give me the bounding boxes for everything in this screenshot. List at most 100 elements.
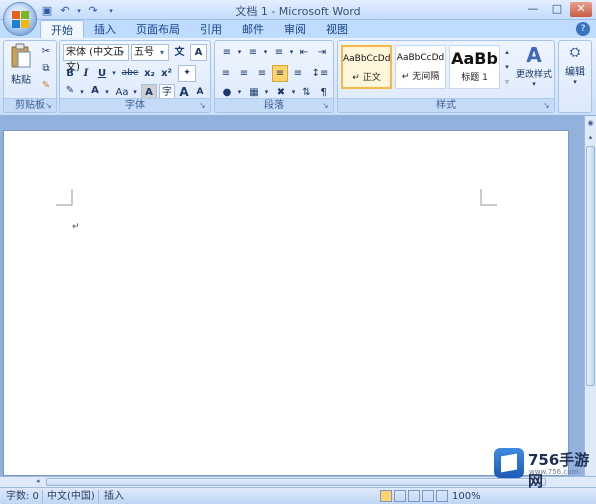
- underline-dropdown-icon[interactable]: ▾: [110, 65, 118, 82]
- align-right-button[interactable]: ≡: [254, 65, 270, 82]
- close-icon[interactable]: ✕: [570, 2, 592, 17]
- ruler-toggle-icon[interactable]: ◉: [585, 118, 596, 129]
- tab-mailings[interactable]: 邮件: [232, 20, 274, 39]
- gallery-more-icon[interactable]: ▿: [502, 75, 512, 89]
- paste-button[interactable]: 粘贴: [7, 43, 35, 91]
- language-indicator[interactable]: 中文(中国): [47, 490, 95, 503]
- font-group: 宋体 (中文正文) ▾ 五号 ▾ 文 A B I U ▾ abe x₂ x² ✦…: [59, 40, 211, 113]
- paragraph-mark: ↵: [72, 222, 80, 232]
- minimize-icon[interactable]: —: [522, 2, 544, 17]
- strikethrough-button[interactable]: abe: [120, 65, 140, 82]
- font-group-label: 字体: [60, 98, 210, 112]
- status-bar: 字数: 0 中文(中国) 插入 100%: [0, 487, 596, 504]
- print-layout-icon[interactable]: [380, 490, 392, 502]
- title-bar: ▣ ↶ ▾ ↷ ▾ 文档 1 - Microsoft Word — □ ✕: [0, 0, 596, 20]
- multilevel-list-button[interactable]: ≡: [270, 44, 288, 61]
- zoom-level[interactable]: 100%: [452, 490, 481, 503]
- increase-indent-button[interactable]: ⇥: [314, 44, 330, 61]
- chevron-up-icon[interactable]: ▴: [502, 45, 512, 59]
- format-painter-icon[interactable]: ✎: [38, 77, 54, 94]
- tab-review[interactable]: 审阅: [274, 20, 316, 39]
- view-buttons: [380, 490, 448, 502]
- chevron-down-icon: ▾: [159, 48, 164, 57]
- outline-icon[interactable]: [422, 490, 434, 502]
- draft-icon[interactable]: [436, 490, 448, 502]
- tab-insert[interactable]: 插入: [84, 20, 126, 39]
- style-heading-1[interactable]: AaBb 标题 1: [449, 45, 500, 89]
- help-icon[interactable]: ?: [576, 22, 590, 36]
- word-count[interactable]: 字数: 0: [6, 490, 39, 503]
- font-size-value: 五号: [134, 47, 154, 58]
- site-watermark: 756手游网 www.756.com: [494, 448, 594, 490]
- office-button[interactable]: [3, 2, 37, 36]
- underline-button[interactable]: U: [95, 65, 109, 82]
- tab-references[interactable]: 引用: [190, 20, 232, 39]
- distributed-button[interactable]: ≡: [290, 65, 306, 82]
- paragraph-group: ≡ ▾ ≡ ▾ ≡ ▾ ⇤ ⇥ ≡ ≡ ≡ ≡ ≡ ↕≡ ● ▾ ▦ ▾ ✖ ▾…: [214, 40, 334, 113]
- chevron-down-icon: ▾: [532, 80, 536, 88]
- maximize-icon[interactable]: □: [546, 2, 568, 17]
- justify-button[interactable]: ≡: [272, 65, 288, 82]
- font-name-combo[interactable]: 宋体 (中文正文) ▾: [63, 44, 129, 73]
- ribbon: 粘贴 ✂ ⧉ ✎ 剪贴板 ↘ 宋体 (中文正文) ▾ 五号 ▾ 文 A B I …: [0, 38, 596, 116]
- phonetic-guide-button[interactable]: 文: [171, 44, 188, 61]
- editing-label: 编辑: [565, 67, 585, 78]
- tab-page-layout[interactable]: 页面布局: [126, 20, 190, 39]
- style-no-spacing[interactable]: AaBbCcDd ↵ 无间隔: [395, 45, 446, 89]
- change-styles-button[interactable]: A 更改样式 ▾: [515, 43, 553, 91]
- scroll-up-icon[interactable]: ▴: [585, 132, 596, 143]
- subscript-button[interactable]: x₂: [142, 65, 157, 82]
- clipboard-group: 粘贴 ✂ ⧉ ✎ 剪贴板 ↘: [3, 40, 57, 113]
- office-logo-icon: [12, 11, 29, 28]
- status-separator: [98, 490, 99, 503]
- align-left-button[interactable]: ≡: [218, 65, 234, 82]
- italic-button[interactable]: I: [79, 65, 93, 82]
- horizontal-scroll-thumb[interactable]: [46, 478, 546, 486]
- chevron-down-icon[interactable]: ▾: [502, 60, 512, 74]
- web-layout-icon[interactable]: [408, 490, 420, 502]
- paragraph-launcher-icon[interactable]: ↘: [322, 101, 331, 110]
- line-spacing-button[interactable]: ↕≡: [310, 65, 330, 82]
- char-border-button[interactable]: A: [190, 44, 207, 61]
- scroll-left-icon[interactable]: ◂: [36, 477, 40, 485]
- styles-gallery-scroll: ▴ ▾ ▿: [502, 45, 512, 89]
- style-normal[interactable]: AaBbCcDd ↵ 正文: [341, 45, 392, 89]
- full-screen-reading-icon[interactable]: [394, 490, 406, 502]
- tab-view[interactable]: 视图: [316, 20, 358, 39]
- change-styles-icon: A: [526, 43, 542, 67]
- clipboard-launcher-icon[interactable]: ↘: [45, 101, 54, 110]
- top-left-margin-mark: [56, 189, 73, 206]
- ribbon-tabs: 开始 插入 页面布局 引用 邮件 审阅 视图: [40, 20, 358, 39]
- style-heading-1-name: 标题 1: [461, 73, 488, 83]
- bold-button[interactable]: B: [63, 65, 77, 82]
- vertical-scroll-thumb[interactable]: [586, 146, 595, 386]
- cut-icon[interactable]: ✂: [38, 43, 54, 60]
- tab-home[interactable]: 开始: [40, 20, 84, 39]
- font-launcher-icon[interactable]: ↘: [199, 101, 208, 110]
- style-normal-sample: AaBbCcDd: [343, 54, 391, 64]
- superscript-button[interactable]: x²: [159, 65, 174, 82]
- paragraph-group-label: 段落: [215, 98, 333, 112]
- numbering-button[interactable]: ≡: [244, 44, 262, 61]
- numbering-dropdown-icon[interactable]: ▾: [262, 44, 269, 61]
- editing-group: ⛭ 编辑 ▾: [558, 40, 592, 113]
- window-title: 文档 1 - Microsoft Word: [235, 5, 361, 18]
- document-page[interactable]: ↵: [3, 130, 569, 476]
- multilevel-dropdown-icon[interactable]: ▾: [288, 44, 295, 61]
- copy-icon[interactable]: ⧉: [38, 60, 54, 77]
- align-center-button[interactable]: ≡: [236, 65, 252, 82]
- paste-label: 粘贴: [11, 75, 31, 86]
- change-styles-label: 更改样式: [515, 70, 552, 80]
- vertical-scrollbar[interactable]: ◉ ▴: [584, 116, 596, 476]
- insert-mode-indicator[interactable]: 插入: [104, 490, 124, 503]
- bullets-button[interactable]: ≡: [218, 44, 236, 61]
- document-area: ↵: [0, 116, 584, 476]
- chevron-down-icon: ▾: [119, 48, 124, 57]
- styles-launcher-icon[interactable]: ↘: [543, 101, 552, 110]
- decrease-indent-button[interactable]: ⇤: [296, 44, 312, 61]
- bullets-dropdown-icon[interactable]: ▾: [236, 44, 243, 61]
- clear-format-button[interactable]: ✦: [178, 65, 196, 82]
- editing-button[interactable]: ⛭ 编辑 ▾: [561, 43, 589, 91]
- style-normal-name: ↵ 正文: [352, 73, 381, 83]
- font-size-combo[interactable]: 五号 ▾: [131, 44, 169, 61]
